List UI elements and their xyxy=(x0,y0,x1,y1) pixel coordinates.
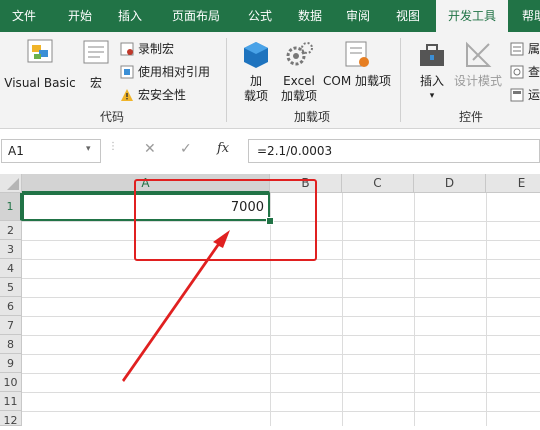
properties-button[interactable]: 属 xyxy=(510,40,540,57)
group-label-addins: 加载项 xyxy=(293,110,330,124)
tab-file[interactable]: 文件 xyxy=(0,0,48,32)
chevron-down-icon: ▾ xyxy=(429,91,435,101)
macros-button[interactable]: 宏 xyxy=(80,38,112,91)
worksheet-grid[interactable]: A B C D E 1 2 3 4 5 6 7 8 9 10 11 12 700… xyxy=(0,174,540,427)
warning-icon xyxy=(120,88,134,102)
formula-value: =2.1/0.0003 xyxy=(257,144,333,158)
excel-addins-button[interactable]: Excel 加载项 xyxy=(276,40,322,104)
annotation-arrow xyxy=(122,230,230,382)
chevron-down-icon[interactable]: ▾ xyxy=(86,144,91,154)
view-code-button[interactable]: 查 xyxy=(510,63,540,80)
cancel-icon[interactable]: ✕ xyxy=(144,141,156,157)
run-dialog-icon xyxy=(510,88,524,102)
com-addins-icon xyxy=(345,41,369,67)
addins-button[interactable]: 加 载项 xyxy=(238,40,274,104)
tab-view[interactable]: 视图 xyxy=(386,0,430,32)
ribbon-tab-bar: 文件 开始 插入 页面布局 公式 数据 审阅 视图 开发工具 帮助 xyxy=(0,0,540,32)
record-macro-button[interactable]: 录制宏 xyxy=(120,40,174,57)
com-addins-label: COM 加载项 xyxy=(323,74,391,88)
run-dialog-button[interactable]: 运 xyxy=(510,86,540,103)
macro-security-button[interactable]: 宏安全性 xyxy=(120,86,186,103)
macro-icon xyxy=(83,40,109,64)
excel-addins-label-line1: Excel xyxy=(283,74,315,88)
formula-input[interactable]: =2.1/0.0003 xyxy=(248,139,540,163)
view-code-label: 查 xyxy=(528,65,540,79)
gear-icon xyxy=(286,42,313,66)
addins-label-line1: 加 xyxy=(249,74,262,88)
group-divider xyxy=(400,38,401,122)
view-code-icon xyxy=(510,65,524,79)
use-relative-references-button[interactable]: 使用相对引用 xyxy=(120,63,210,80)
visual-basic-button[interactable]: Visual Basic xyxy=(2,38,78,91)
run-dialog-label: 运 xyxy=(528,88,540,102)
enter-icon[interactable]: ✓ xyxy=(180,141,192,157)
tab-formulas[interactable]: 公式 xyxy=(238,0,282,32)
excel-addins-label-line2: 加载项 xyxy=(280,89,317,103)
tab-review[interactable]: 审阅 xyxy=(336,0,380,32)
toolbox-icon xyxy=(420,44,444,66)
design-mode-icon xyxy=(466,41,492,67)
com-addins-button[interactable]: COM 加载项 xyxy=(320,40,394,89)
insert-function-icon[interactable]: fx xyxy=(217,141,229,156)
addins-cube-icon xyxy=(244,42,268,68)
visual-basic-icon xyxy=(27,39,53,63)
formula-bar: A1 ▾ ⋮ ✕ ✓ fx =2.1/0.0003 xyxy=(0,136,540,166)
relative-reference-icon xyxy=(120,65,134,79)
tab-help[interactable]: 帮助 xyxy=(514,0,540,32)
record-macro-label: 录制宏 xyxy=(138,42,175,56)
design-mode-label: 设计模式 xyxy=(453,74,502,88)
visual-basic-label: Visual Basic xyxy=(4,76,76,90)
tab-home[interactable]: 开始 xyxy=(56,0,104,32)
name-box-value: A1 xyxy=(8,144,24,158)
tab-developer[interactable]: 开发工具 xyxy=(436,0,508,32)
record-macro-icon xyxy=(120,42,134,56)
macro-label: 宏 xyxy=(89,76,102,90)
insert-control-label: 插入 xyxy=(419,74,444,88)
addins-label-line2: 载项 xyxy=(243,89,268,103)
insert-control-button[interactable]: 插入 ▾ xyxy=(412,40,452,104)
properties-icon xyxy=(510,42,524,56)
more-icon: ⋮ xyxy=(108,141,118,152)
properties-label: 属 xyxy=(528,42,540,56)
group-divider xyxy=(226,38,227,122)
tab-data[interactable]: 数据 xyxy=(288,0,332,32)
tab-page-layout[interactable]: 页面布局 xyxy=(160,0,232,32)
ribbon-panel: Visual Basic 宏 录制宏 使用相对引用 宏安全性 代码 加 载项 E… xyxy=(0,32,540,129)
design-mode-button[interactable]: 设计模式 xyxy=(452,40,504,89)
group-label-controls: 控件 xyxy=(458,110,483,124)
group-label-code: 代码 xyxy=(99,110,124,124)
macro-security-label: 宏安全性 xyxy=(138,88,187,102)
tab-insert[interactable]: 插入 xyxy=(108,0,152,32)
name-box[interactable]: A1 ▾ xyxy=(1,139,101,163)
relative-reference-label: 使用相对引用 xyxy=(138,65,211,79)
